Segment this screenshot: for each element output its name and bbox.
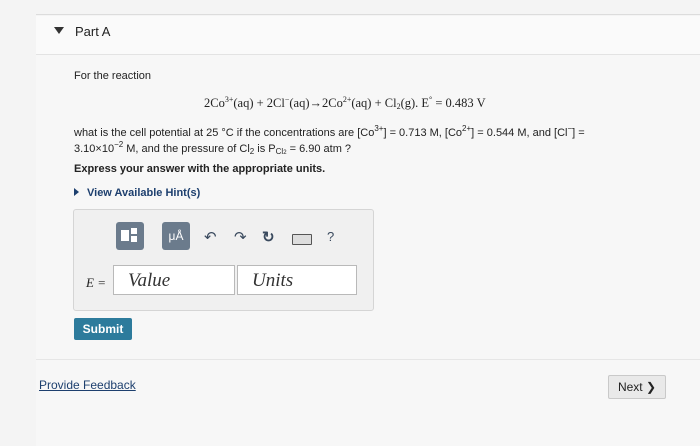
reaction-equation: 2Co3+(aq) + 2Cl−(aq)→2Co2+(aq) + Cl2(g).… (204, 95, 486, 111)
answer-label: E = (86, 275, 106, 290)
part-title: Part A (75, 24, 111, 39)
q-sup: −2 (114, 140, 124, 149)
q-text: ] = 0.544 M, and [Cl (471, 127, 568, 139)
eq-part: 2Co (204, 96, 225, 110)
q-sup: 2+ (462, 124, 472, 133)
eq-part: (aq) + 2Cl (233, 96, 285, 110)
instruction-text: Express your answer with the appropriate… (74, 163, 326, 175)
question-line-2: 3.10×10−2 M, and the pressure of Cl2 is … (74, 140, 351, 156)
q-text: M, and the pressure of Cl (123, 143, 250, 155)
part-header[interactable] (36, 16, 700, 55)
q-text: = 6.90 atm ? (286, 143, 352, 155)
units-input[interactable]: Units (237, 265, 357, 295)
top-rule (36, 14, 700, 15)
redo-icon[interactable]: ↷ (234, 228, 247, 246)
question-line-1: what is the cell potential at 25 °C if t… (74, 124, 585, 139)
q-text: 3.10×10 (74, 143, 115, 155)
reset-icon[interactable]: ↻ (262, 228, 275, 246)
units-button[interactable]: μÅ (162, 222, 190, 250)
footer-divider (36, 359, 700, 360)
template-icon (121, 228, 137, 242)
provide-feedback-link[interactable]: Provide Feedback (39, 378, 136, 392)
hint-label: View Available Hint(s) (87, 187, 201, 199)
q-text: ] = 0.713 M, [Co (383, 127, 463, 139)
eq-value: = 0.483 V (432, 96, 486, 110)
collapse-caret-icon[interactable] (54, 27, 64, 34)
view-hints-toggle[interactable]: View Available Hint(s) (74, 187, 200, 199)
intro-text: For the reaction (74, 70, 152, 82)
expand-caret-icon (74, 188, 79, 196)
value-input[interactable]: Value (113, 265, 235, 295)
q-text: what is the cell potential at 25 °C if t… (74, 127, 375, 139)
next-button[interactable]: Next ❯ (608, 375, 666, 399)
help-icon[interactable]: ? (327, 229, 334, 244)
template-button[interactable] (116, 222, 144, 250)
q-text: ] = (572, 127, 585, 139)
q-text: is P (254, 143, 276, 155)
eq-part: (g). E (400, 96, 430, 110)
submit-button[interactable]: Submit (74, 318, 132, 340)
keyboard-icon[interactable] (292, 234, 312, 245)
eq-part: (aq) + Cl (351, 96, 397, 110)
undo-icon[interactable]: ↶ (204, 228, 217, 246)
eq-part: (aq)→2Co (289, 96, 343, 110)
